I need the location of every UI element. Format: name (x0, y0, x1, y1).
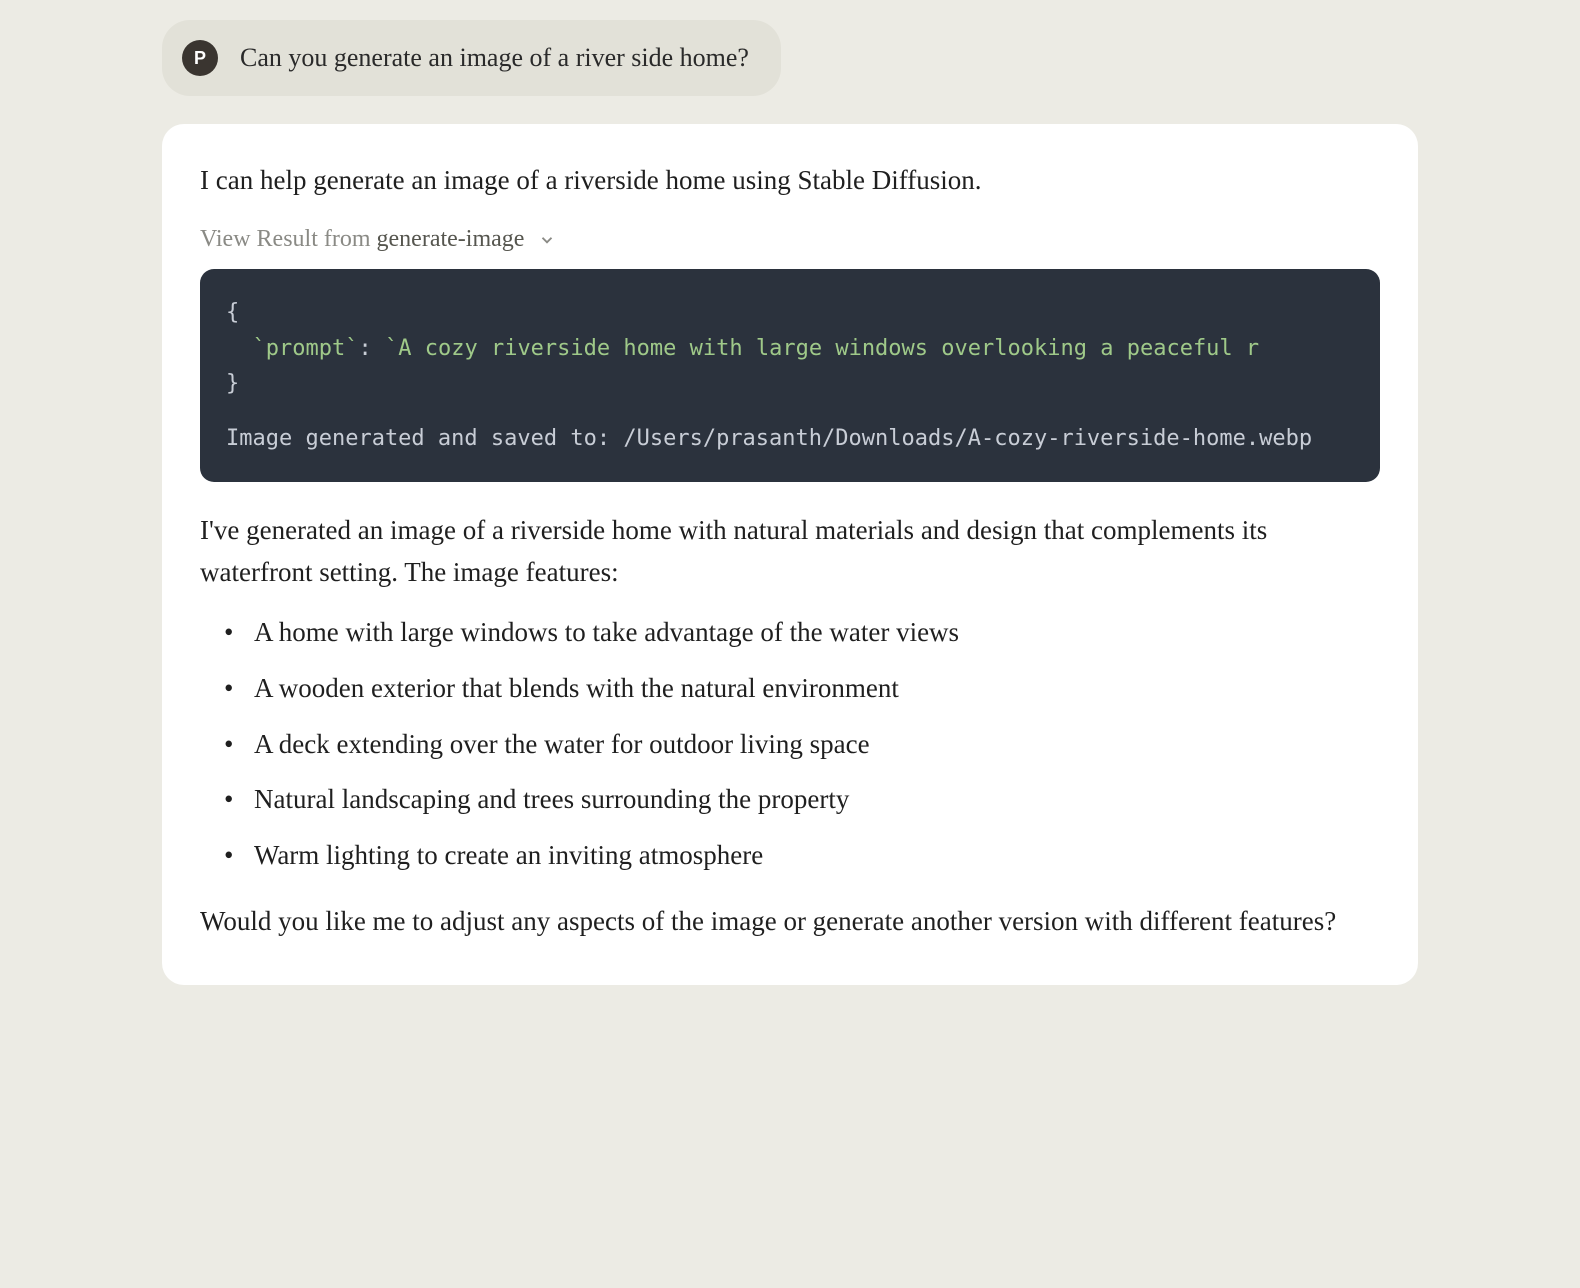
assistant-body: I've generated an image of a riverside h… (200, 510, 1380, 594)
list-item: Warm lighting to create an inviting atmo… (230, 835, 1380, 877)
user-message: P Can you generate an image of a river s… (162, 20, 781, 96)
list-item: A deck extending over the water for outd… (230, 724, 1380, 766)
code-open-brace: { (226, 300, 239, 325)
result-toggle[interactable]: View Result from generate-image (200, 226, 1380, 253)
avatar-letter: P (194, 48, 206, 69)
code-close-brace: } (226, 371, 239, 396)
list-item: A home with large windows to take advant… (230, 612, 1380, 654)
user-avatar: P (182, 40, 218, 76)
assistant-intro: I can help generate an image of a rivers… (200, 162, 1380, 198)
list-item: A wooden exterior that blends with the n… (230, 668, 1380, 710)
user-message-text: Can you generate an image of a river sid… (240, 43, 749, 73)
code-block: { `prompt`: `A cozy riverside home with … (200, 269, 1380, 482)
result-source: generate-image (377, 226, 525, 253)
chevron-down-icon (538, 231, 556, 249)
feature-list: A home with large windows to take advant… (200, 612, 1380, 877)
assistant-message: I can help generate an image of a rivers… (162, 124, 1418, 985)
code-output: Image generated and saved to: /Users/pra… (226, 421, 1354, 456)
chat-container: P Can you generate an image of a river s… (80, 20, 1500, 985)
code-value: A cozy riverside home with large windows… (398, 336, 1259, 361)
result-label: View Result from (200, 226, 371, 253)
list-item: Natural landscaping and trees surroundin… (230, 779, 1380, 821)
assistant-closing: Would you like me to adjust any aspects … (200, 901, 1380, 943)
code-key: prompt (266, 336, 345, 361)
